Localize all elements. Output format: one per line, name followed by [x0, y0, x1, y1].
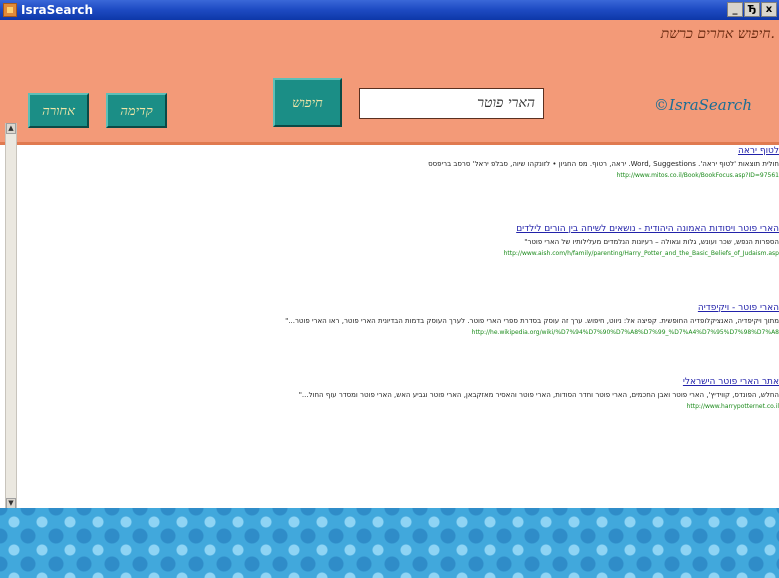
results-area: לטוף יראה חולית תוצאות 'לטוף יראה'. Word…	[0, 145, 779, 508]
result-item: לטוף יראה חולית תוצאות 'לטוף יראה'. Word…	[59, 145, 779, 181]
search-others-link[interactable]: חיפוש אחרים כרשת.	[661, 26, 775, 43]
minimize-button[interactable]: _	[727, 2, 743, 17]
maximize-button[interactable]: Ђ	[744, 2, 760, 17]
result-title-link[interactable]: הארי פוטר ויסודות האמונה היהודית - נושאי…	[59, 223, 779, 236]
israsearch-logo: ©IsraSearch	[653, 96, 752, 114]
result-url[interactable]: http://www.mitos.co.il/Book/BookFocus.as…	[59, 170, 779, 181]
search-header: חיפוש אחרים כרשת. אחורה קדימה חיפוש ©Isr…	[0, 20, 779, 143]
window-title: IsraSearch	[21, 3, 94, 17]
result-item: הארי פוטר - ויקיפדיה מתוך ויקיפדיה, האנצ…	[59, 302, 779, 338]
result-url[interactable]: http://www.aish.com/h/family/parenting/H…	[59, 248, 779, 259]
window-controls: _ Ђ x	[727, 2, 777, 17]
title-bar: IsraSearch _ Ђ x	[0, 0, 779, 20]
footer-pattern	[0, 508, 779, 578]
forward-button[interactable]: קדימה	[106, 93, 167, 128]
close-button[interactable]: x	[761, 2, 777, 17]
result-url[interactable]: http://he.wikipedia.org/wiki/%D7%94%D7%9…	[59, 327, 779, 338]
result-title-link[interactable]: הארי פוטר - ויקיפדיה	[59, 302, 779, 315]
result-title-link[interactable]: אתר הארי פוטר הישראלי	[59, 376, 779, 389]
back-button[interactable]: אחורה	[28, 93, 89, 128]
results-scrollbar[interactable]: ▲ ▼	[5, 123, 17, 509]
result-title-link[interactable]: לטוף יראה	[59, 145, 779, 158]
result-description: הספרות הנפש, שכר ועונש, גלות וגאולה – רע…	[524, 238, 779, 246]
result-description: חולית תוצאות 'לטוף יראה'. Word, Suggesti…	[428, 160, 779, 168]
scroll-up-icon[interactable]: ▲	[6, 123, 16, 134]
result-url[interactable]: http://www.harrypotternet.co.il	[59, 401, 779, 412]
search-input[interactable]	[359, 88, 544, 119]
search-button[interactable]: חיפוש	[273, 78, 342, 127]
result-description: מתוך ויקיפדיה, האנציקלופדיה החופשית. קפי…	[285, 317, 779, 325]
result-item: הארי פוטר ויסודות האמונה היהודית - נושאי…	[59, 223, 779, 259]
result-item: אתר הארי פוטר הישראלי החלש, הפונדס, קווי…	[59, 376, 779, 412]
result-description: החלש, הפונדס, קווידיץ', הארי פוטר ואבן ה…	[298, 391, 779, 399]
app-icon	[3, 3, 17, 17]
